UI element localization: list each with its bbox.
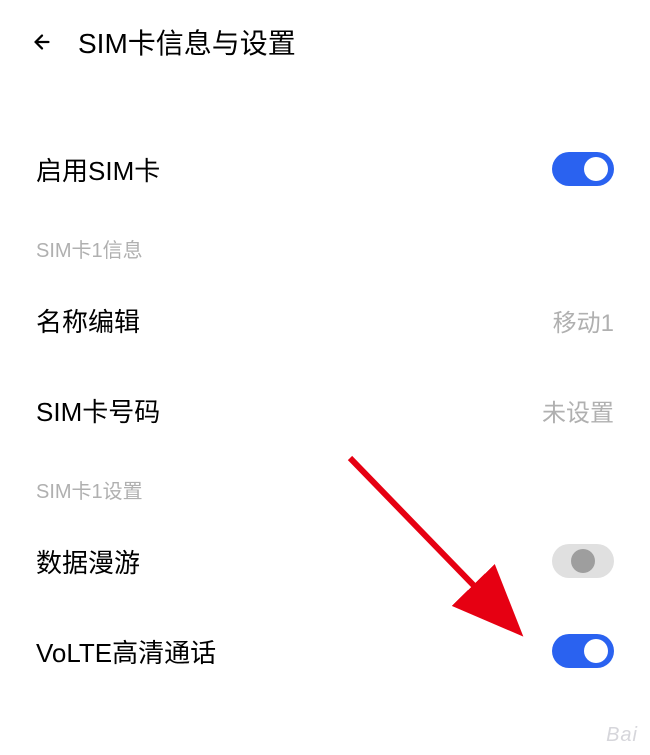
- watermark: Bai: [606, 724, 638, 747]
- sim-settings-section-header: SIM卡1设置: [0, 455, 650, 516]
- sim-number-label: SIM卡号码: [36, 392, 160, 429]
- partial-row: [0, 696, 650, 706]
- data-roaming-toggle[interactable]: [552, 544, 614, 578]
- enable-sim-row[interactable]: 启用SIM卡: [0, 124, 650, 214]
- volte-label: VoLTE高清通话: [36, 633, 216, 670]
- toggle-knob: [571, 549, 595, 573]
- sim-number-value: 未设置: [542, 393, 614, 428]
- sim-number-row[interactable]: SIM卡号码 未设置: [0, 365, 650, 455]
- data-roaming-row[interactable]: 数据漫游: [0, 516, 650, 606]
- back-icon[interactable]: [28, 28, 56, 56]
- sim-info-section-header: SIM卡1信息: [0, 214, 650, 275]
- enable-sim-label: 启用SIM卡: [36, 151, 160, 188]
- volte-toggle[interactable]: [552, 634, 614, 668]
- content: 启用SIM卡 SIM卡1信息 名称编辑 移动1 SIM卡号码 未设置 SIM卡1…: [0, 84, 650, 706]
- name-edit-label: 名称编辑: [36, 302, 140, 339]
- enable-sim-toggle[interactable]: [552, 152, 614, 186]
- name-edit-value: 移动1: [553, 303, 614, 338]
- header: SIM卡信息与设置: [0, 0, 650, 84]
- volte-row[interactable]: VoLTE高清通话: [0, 606, 650, 696]
- name-edit-row[interactable]: 名称编辑 移动1: [0, 275, 650, 365]
- toggle-knob: [584, 639, 608, 663]
- toggle-knob: [584, 157, 608, 181]
- page-title: SIM卡信息与设置: [78, 22, 296, 62]
- data-roaming-label: 数据漫游: [36, 543, 140, 580]
